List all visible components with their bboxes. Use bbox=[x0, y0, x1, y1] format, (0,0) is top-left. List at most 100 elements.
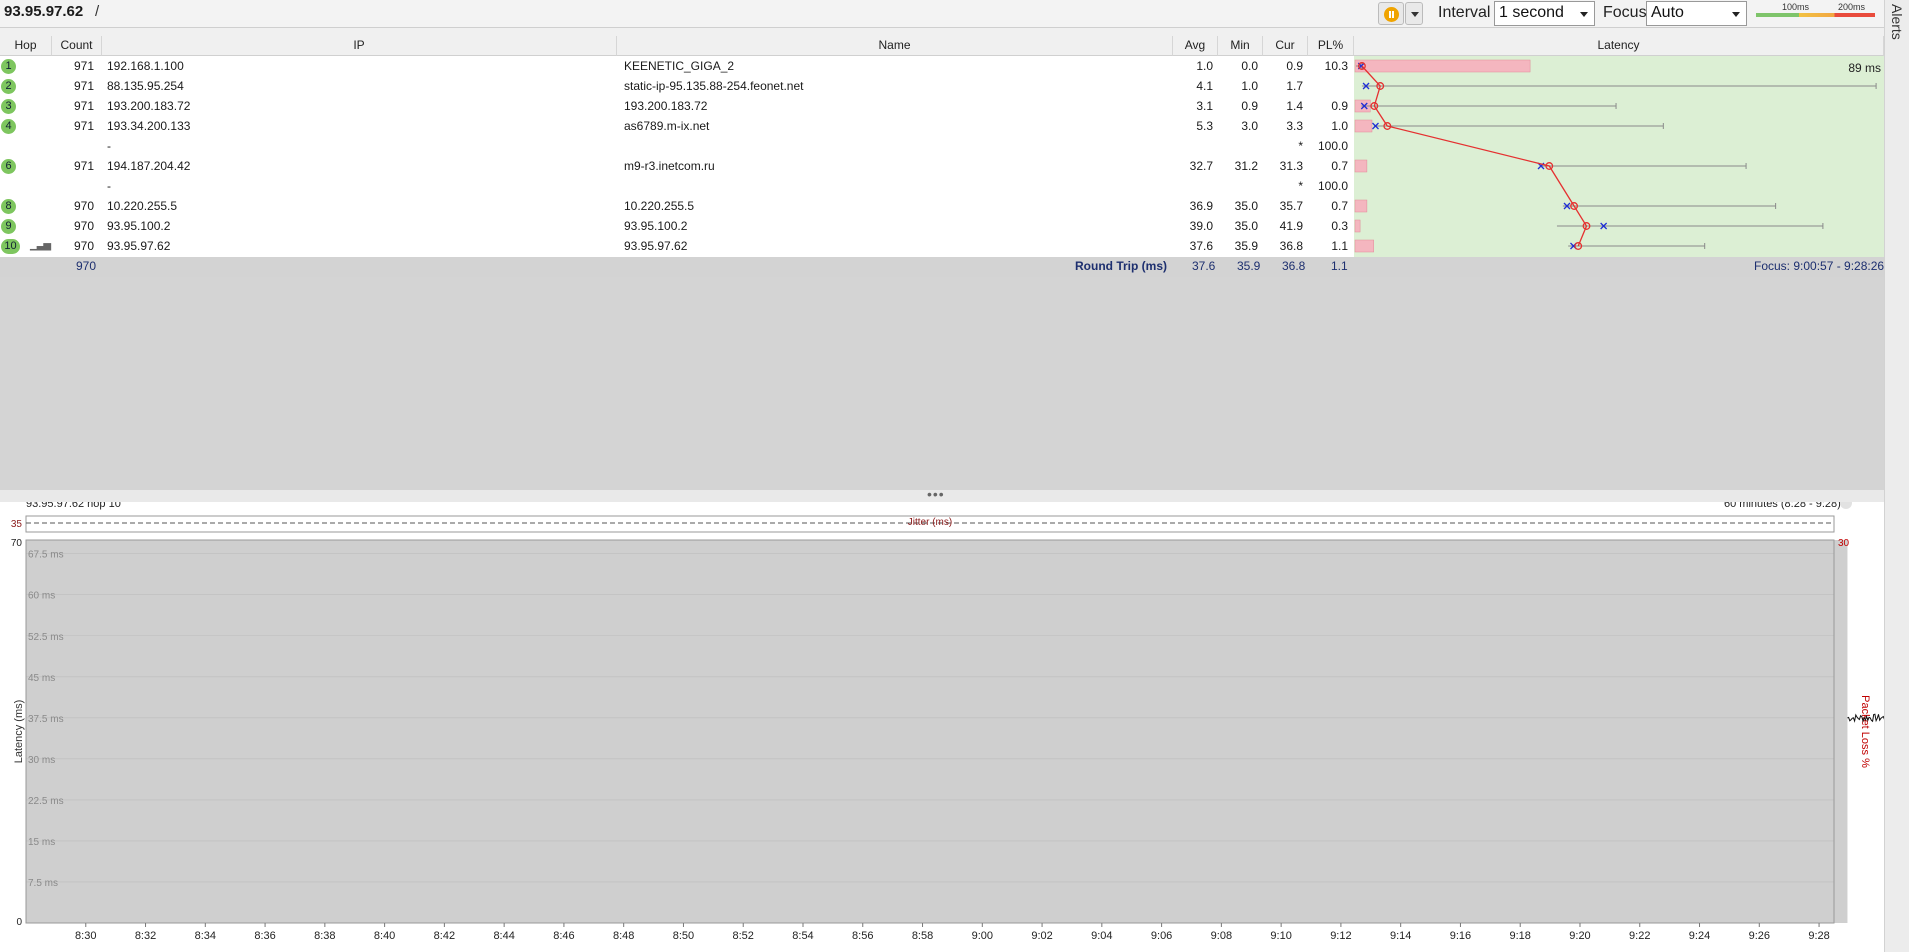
col-min[interactable]: Min bbox=[1218, 36, 1263, 56]
toolbar: 93.95.97.62 / Interval 1 second Focus Au… bbox=[0, 0, 1909, 28]
table-row[interactable]: 3 971 193.200.183.72 193.200.183.72 3.1 0.9 1.… bbox=[0, 96, 1354, 116]
pause-dropdown-button[interactable] bbox=[1405, 2, 1423, 25]
alerts-tab[interactable]: Alerts bbox=[1884, 0, 1909, 952]
focus-value: Auto bbox=[1651, 4, 1684, 21]
hop-ip: 88.135.95.254 bbox=[107, 79, 184, 93]
packet-loss-bar bbox=[1354, 119, 1373, 133]
hop-avg: 5.3 bbox=[1196, 119, 1213, 133]
col-name-label: Name bbox=[878, 38, 911, 52]
x-tick-label: 9:22 bbox=[1629, 930, 1650, 942]
col-avg[interactable]: Avg bbox=[1173, 36, 1218, 56]
hop-avg: 32.7 bbox=[1189, 159, 1213, 173]
packet-loss-axis-max: 30 bbox=[1838, 538, 1850, 549]
hop-ip: - bbox=[107, 139, 111, 153]
col-avg-label: Avg bbox=[1184, 38, 1206, 52]
x-tick-label: 8:32 bbox=[135, 930, 156, 942]
hop-ip: 93.95.97.62 bbox=[107, 239, 171, 253]
interval-select[interactable]: 1 second bbox=[1494, 1, 1595, 26]
x-tick-label: 9:00 bbox=[972, 930, 993, 942]
round-trip-cur: 36.8 bbox=[1282, 259, 1306, 273]
hop-pl: 0.9 bbox=[1331, 99, 1348, 113]
x-tick-label: 9:02 bbox=[1031, 930, 1052, 942]
col-ip[interactable]: IP bbox=[102, 36, 617, 56]
hop-pl: 0.7 bbox=[1331, 159, 1348, 173]
legend-100ms: 100ms bbox=[1782, 2, 1810, 12]
packet-loss-axis-label: Packet Loss % bbox=[1859, 695, 1871, 768]
x-tick-label: 9:28 bbox=[1808, 930, 1829, 942]
hop-count: 970 bbox=[73, 199, 94, 213]
col-cur-label: Cur bbox=[1275, 38, 1295, 52]
table-row[interactable]: 4 971 193.34.200.133 as6789.m-ix.net 5.3 3.0 3… bbox=[0, 116, 1354, 136]
x-tick-label: 8:48 bbox=[613, 930, 634, 942]
hop-number: 3 bbox=[1, 99, 16, 114]
hop-min: 35.9 bbox=[1234, 239, 1258, 253]
round-trip-min: 35.9 bbox=[1237, 259, 1261, 273]
hop-number: 9 bbox=[1, 219, 16, 234]
col-count-label: Count bbox=[60, 38, 93, 52]
hop-pl: 100.0 bbox=[1317, 179, 1348, 193]
target-slash: / bbox=[95, 3, 100, 20]
round-trip-label: Round Trip (ms) bbox=[1075, 259, 1167, 273]
x-tick-label: 8:46 bbox=[553, 930, 574, 942]
hop-pl: 1.1 bbox=[1331, 239, 1348, 253]
x-tick-label: 8:56 bbox=[852, 930, 873, 942]
col-count[interactable]: Count bbox=[52, 36, 102, 56]
legend-200ms: 200ms bbox=[1838, 2, 1866, 12]
round-trip-pl: 1.1 bbox=[1331, 259, 1348, 273]
latency-scale-max: 89 ms bbox=[1848, 61, 1881, 75]
table-row[interactable]: 6 971 194.187.204.42 m9-r3.inetcom.ru 32.7 31… bbox=[0, 156, 1354, 176]
table-row[interactable]: 8 970 10.220.255.5 10.220.255.5 36.9 35.0 35.7… bbox=[0, 196, 1354, 216]
col-hop-label: Hop bbox=[14, 38, 37, 52]
table-row[interactable]: - * 100.0 bbox=[0, 176, 1354, 196]
hop-avg: 4.1 bbox=[1196, 79, 1213, 93]
hop-name: 93.95.97.62 bbox=[624, 239, 688, 253]
table-row[interactable]: - * 100.0 bbox=[0, 136, 1354, 156]
hop-number: 10 bbox=[1, 239, 20, 254]
hop-avg: 1.0 bbox=[1196, 59, 1213, 73]
bar-chart-icon[interactable]: ▁▃▅ bbox=[30, 236, 51, 256]
x-tick-label: 9:04 bbox=[1091, 930, 1112, 942]
y-axis-label: Latency (ms) bbox=[13, 700, 25, 764]
hop-ip: 10.220.255.5 bbox=[107, 199, 178, 213]
table-row[interactable]: 1 971 192.168.1.100 KEENETIC_GIGA_2 1.0 0.0 0.… bbox=[0, 56, 1354, 76]
panel-splitter[interactable]: ••• bbox=[0, 486, 1884, 502]
hop-avg: 39.0 bbox=[1189, 219, 1213, 233]
alerts-label: Alerts bbox=[1889, 4, 1905, 40]
x-tick-label: 9:20 bbox=[1569, 930, 1590, 942]
hop-count: 971 bbox=[73, 79, 94, 93]
hop-cur: 1.4 bbox=[1286, 99, 1303, 113]
jitter-label: Jitter (ms) bbox=[908, 517, 952, 528]
x-tick-label: 8:52 bbox=[733, 930, 754, 942]
y-tick-label: 15 ms bbox=[28, 837, 55, 848]
hop-count: 971 bbox=[73, 59, 94, 73]
pause-button[interactable] bbox=[1378, 2, 1404, 25]
hop-ip: 193.34.200.133 bbox=[107, 119, 191, 133]
table-row[interactable]: 9 970 93.95.100.2 93.95.100.2 39.0 35.0 41.9 0.… bbox=[0, 216, 1354, 236]
col-hop[interactable]: Hop bbox=[0, 36, 52, 56]
hop-ip: 192.168.1.100 bbox=[107, 59, 184, 73]
empty-table-area bbox=[0, 277, 1884, 490]
col-latency[interactable]: Latency bbox=[1354, 36, 1884, 56]
x-tick-label: 9:24 bbox=[1689, 930, 1710, 942]
hop-cur: * bbox=[1298, 179, 1303, 193]
hop-cur: 36.8 bbox=[1279, 239, 1303, 253]
table-row[interactable]: 2 971 88.135.95.254 static-ip-95.135.88-254… bbox=[0, 76, 1354, 96]
timeline-graph: Jitter (ms) 35 67.5 ms 60 ms 52.5 ms 45 ms 37.… bbox=[11, 515, 1884, 942]
col-cur[interactable]: Cur bbox=[1263, 36, 1308, 56]
x-tick-label: 9:16 bbox=[1450, 930, 1471, 942]
focus-select[interactable]: Auto bbox=[1646, 1, 1747, 26]
col-pl[interactable]: PL% bbox=[1308, 36, 1354, 56]
table-row[interactable]: 10 970 93.95.97.62 93.95.97.62 37.6 35.9 36.8 1… bbox=[0, 236, 1354, 256]
round-trip-avg: 37.6 bbox=[1192, 259, 1216, 273]
latency-chart: 0 ms89 ms bbox=[1354, 59, 1881, 253]
x-tick-label: 9:18 bbox=[1510, 930, 1531, 942]
pause-icon bbox=[1384, 7, 1399, 22]
target-title: 93.95.97.62 bbox=[4, 3, 84, 20]
hop-pl: 10.3 bbox=[1324, 59, 1348, 73]
y-tick-label: 67.5 ms bbox=[28, 550, 64, 561]
col-ip-label: IP bbox=[353, 38, 365, 52]
hop-min: 35.0 bbox=[1234, 219, 1258, 233]
col-name[interactable]: Name bbox=[617, 36, 1173, 56]
interval-label: Interval bbox=[1438, 4, 1491, 21]
packet-loss-bar bbox=[1354, 159, 1368, 173]
